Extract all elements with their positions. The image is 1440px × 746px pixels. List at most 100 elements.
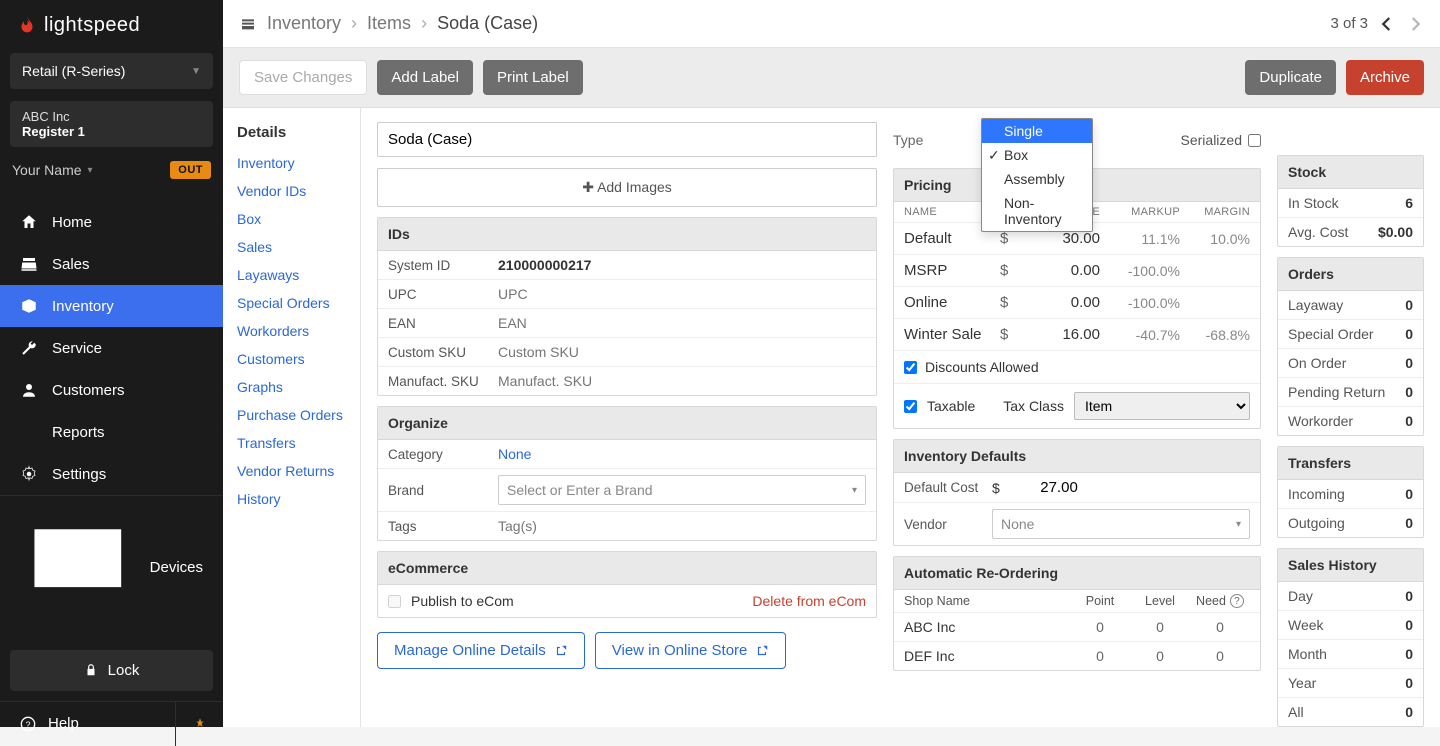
type-option-noninventory[interactable]: Non-Inventory [982,191,1092,231]
reorder-col-point: Point [1070,594,1130,608]
tags-input[interactable] [498,518,866,534]
clock-out-badge[interactable]: OUT [170,161,211,179]
breadcrumb-inventory[interactable]: Inventory [267,13,341,34]
transfers-head: Transfers [1278,447,1423,480]
gear-icon [20,465,38,483]
nav-settings[interactable]: Settings [0,453,223,495]
brand-placeholder: Select or Enter a Brand [507,482,653,498]
shop-meta[interactable]: ABC Inc Register 1 [10,101,213,147]
tags-label: Tags [388,519,488,534]
subnav-history[interactable]: History [223,485,360,513]
monitor-icon [20,510,136,626]
delete-from-ecom[interactable]: Delete from eCom [752,593,866,609]
subnav-graphs[interactable]: Graphs [223,373,360,401]
type-option-assembly[interactable]: Assembly [982,167,1092,191]
nav-service-label: Service [52,340,102,357]
nav-reports[interactable]: Reports [0,411,223,453]
main-nav: Home Sales Inventory Service Customers R… [0,201,223,495]
subnav-vendor-ids[interactable]: Vendor IDs [223,177,360,205]
subnav-box[interactable]: Box [223,205,360,233]
subnav-purchase-orders[interactable]: Purchase Orders [223,401,360,429]
publish-ecom-label: Publish to eCom [411,593,514,609]
reorder-abc-point[interactable]: 0 [1070,619,1130,635]
pager-prev[interactable] [1378,15,1396,33]
print-label-button[interactable]: Print Label [483,60,583,95]
subnav-layaways[interactable]: Layaways [223,261,360,289]
price-msrp[interactable]: 0.00 [1071,262,1100,279]
subnav-customers[interactable]: Customers [223,345,360,373]
subnav-special-orders[interactable]: Special Orders [223,289,360,317]
user-menu[interactable]: Your Name ▾ [12,162,93,178]
manufact-sku-input[interactable] [498,373,866,389]
custom-sku-input[interactable] [498,344,866,360]
home-icon [20,213,38,231]
svg-text:?: ? [26,719,31,729]
type-dropdown[interactable]: Single Box Assembly Non-Inventory [981,118,1093,232]
system-id-label: System ID [388,258,488,273]
sales-history-head: Sales History [1278,549,1423,582]
type-option-single[interactable]: Single [982,119,1092,143]
price-row-online: Online$0.00-100.0% [894,287,1260,319]
nav-home[interactable]: Home [0,201,223,243]
breadcrumb-items[interactable]: Items [367,13,411,34]
subnav-transfers[interactable]: Transfers [223,429,360,457]
help-link[interactable]: ?Help [0,703,175,744]
pin-icon [193,717,207,731]
discounts-checkbox[interactable] [904,361,917,374]
type-option-box[interactable]: Box [982,143,1092,167]
nav-devices[interactable]: Devices [0,495,223,640]
pin-button[interactable] [175,702,223,746]
nav-inventory[interactable]: Inventory [0,285,223,327]
price-default[interactable]: 30.00 [1062,230,1100,247]
ids-head: IDs [378,218,876,251]
nav-customers[interactable]: Customers [0,369,223,411]
upc-input[interactable] [498,286,866,302]
chart-icon [20,423,38,441]
default-cost-input[interactable] [1008,479,1078,496]
reorder-col-shop: Shop Name [904,594,1070,608]
price-winter[interactable]: 16.00 [1062,326,1100,343]
main: Inventory › Items › Soda (Case) 3 of 3 S… [223,0,1440,727]
serialized-checkbox[interactable] [1248,134,1261,147]
category-value[interactable]: None [498,446,531,462]
nav-service[interactable]: Service [0,327,223,369]
reorder-def-point[interactable]: 0 [1070,648,1130,664]
price-online[interactable]: 0.00 [1071,294,1100,311]
subnav-vendor-returns[interactable]: Vendor Returns [223,457,360,485]
add-label-button[interactable]: Add Label [377,60,473,95]
vendor-select[interactable]: None▾ [992,509,1250,539]
subnav-sales[interactable]: Sales [223,233,360,261]
price-row-msrp: MSRP$0.00-100.0% [894,255,1260,287]
lock-button[interactable]: Lock [10,650,213,691]
shop-selector[interactable]: Retail (R-Series) ▼ [10,53,213,89]
manage-online-button[interactable]: Manage Online Details [377,632,585,669]
taxclass-select[interactable]: Item [1074,392,1250,420]
nav-customers-label: Customers [52,382,125,399]
duplicate-button[interactable]: Duplicate [1245,60,1336,95]
topbar: Inventory › Items › Soda (Case) 3 of 3 [223,0,1440,48]
view-store-button[interactable]: View in Online Store [595,632,787,669]
stock-section: Stock In Stock6 Avg. Cost$0.00 [1277,155,1424,247]
user-row: Your Name ▾ OUT [10,157,213,183]
add-images-button[interactable]: ✚ Add Images [377,168,877,207]
ids-section: IDs System ID210000000217 UPC EAN Custom… [377,217,877,396]
default-cost-label: Default Cost [904,480,982,495]
brand-select[interactable]: Select or Enter a Brand▾ [498,475,866,505]
reorder-row-abc: ABC Inc000 [894,613,1260,642]
help-tooltip-icon[interactable]: ? [1230,594,1244,608]
stock-head: Stock [1278,156,1423,189]
reorder-def-level[interactable]: 0 [1130,648,1190,664]
ean-input[interactable] [498,315,866,331]
help-icon: ? [20,716,36,732]
archive-button[interactable]: Archive [1346,60,1424,95]
taxable-checkbox[interactable] [904,400,917,413]
taxclass-label: Tax Class [1003,398,1064,414]
panels: ✚ Add Images IDs System ID210000000217 U… [361,108,1440,727]
nav-inventory-label: Inventory [52,298,114,315]
nav-sales[interactable]: Sales [0,243,223,285]
subnav-workorders[interactable]: Workorders [223,317,360,345]
sidebar-bottom: ?Help [0,701,223,746]
subnav-inventory[interactable]: Inventory [223,149,360,177]
reorder-abc-level[interactable]: 0 [1130,619,1190,635]
item-name-input[interactable] [377,122,877,157]
